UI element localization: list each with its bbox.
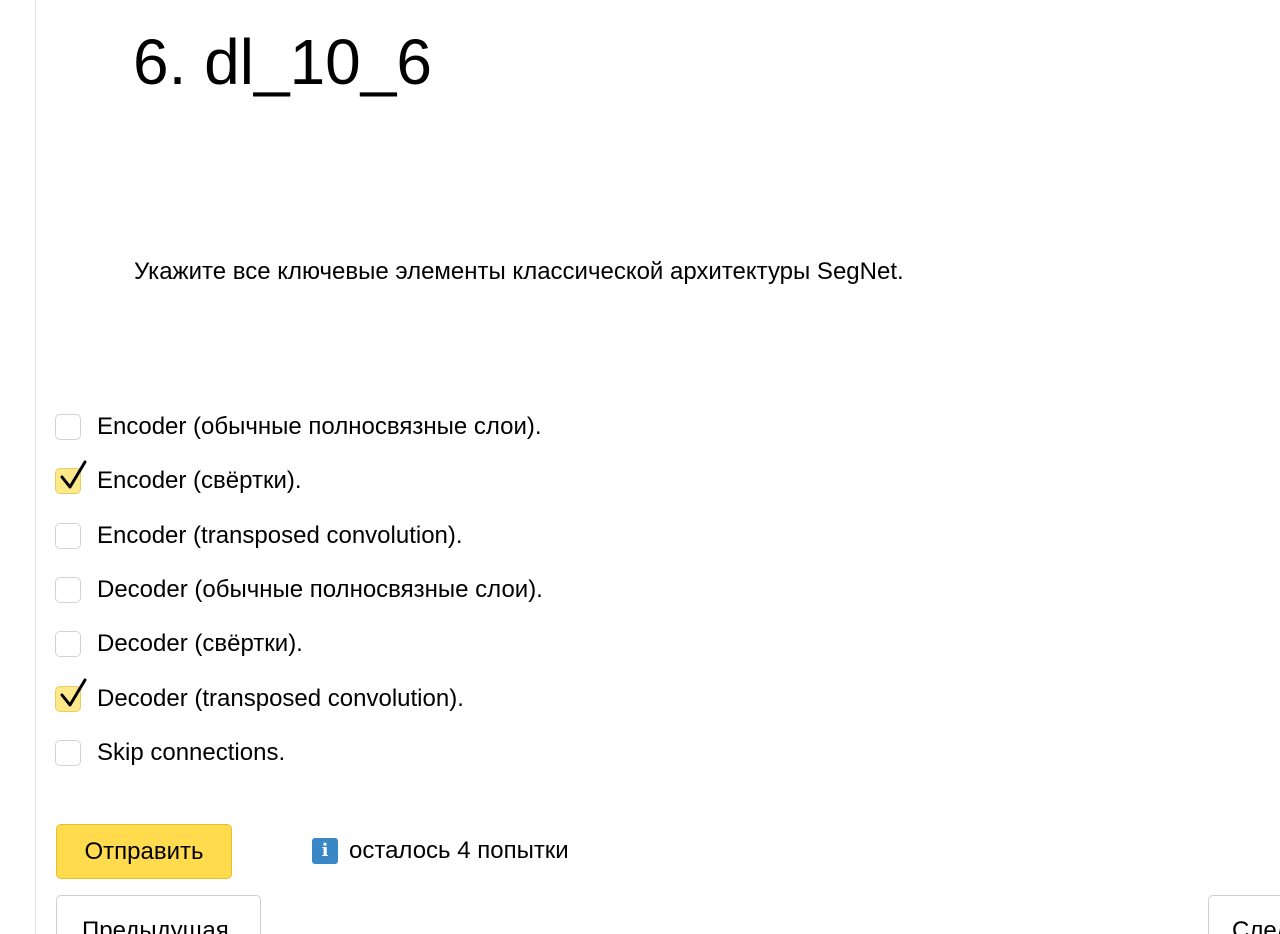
checkbox[interactable] <box>55 522 81 549</box>
checkbox[interactable] <box>55 678 87 712</box>
quiz-page: 6. dl_10_6 Укажите все ключевые элементы… <box>0 0 1280 934</box>
option-label: Encoder (transposed convolution). <box>97 521 463 549</box>
checkbox[interactable] <box>55 631 81 658</box>
option-decoder-conv[interactable]: Decoder (свёртки). <box>55 617 543 671</box>
checkmark-icon <box>60 678 87 707</box>
option-label: Encoder (свёртки). <box>97 467 302 495</box>
option-decoder-transposed[interactable]: Decoder (transposed convolution). <box>55 671 543 725</box>
checkbox[interactable] <box>55 414 81 441</box>
left-divider <box>35 0 36 934</box>
option-decoder-dense[interactable]: Decoder (обычные полносвязные слои). <box>55 563 543 617</box>
previous-button[interactable]: Предыдущая <box>56 895 261 934</box>
option-encoder-transposed[interactable]: Encoder (transposed convolution). <box>55 509 543 563</box>
answer-options: Encoder (обычные полносвязные слои). Enc… <box>55 400 543 780</box>
question-text: Укажите все ключевые элементы классическ… <box>134 258 904 285</box>
option-label: Decoder (обычные полносвязные слои). <box>97 576 543 604</box>
question-title: 6. dl_10_6 <box>133 26 432 98</box>
next-button[interactable]: Следующая <box>1208 895 1280 934</box>
option-label: Decoder (свёртки). <box>97 630 303 658</box>
checkmark-icon <box>60 460 87 489</box>
checkbox[interactable] <box>55 460 87 495</box>
attempts-text: осталось 4 попытки <box>349 837 569 864</box>
checkbox[interactable] <box>55 577 81 604</box>
option-encoder-dense[interactable]: Encoder (обычные полносвязные слои). <box>55 400 543 454</box>
submit-button[interactable]: Отправить <box>56 824 232 879</box>
option-label: Encoder (обычные полносвязные слои). <box>97 413 542 441</box>
option-skip-connections[interactable]: Skip connections. <box>55 726 543 780</box>
info-icon: i <box>312 838 338 864</box>
option-encoder-conv[interactable]: Encoder (свёртки). <box>55 454 543 508</box>
attempts-remaining: i осталось 4 попытки <box>312 835 569 867</box>
option-label: Skip connections. <box>97 738 286 766</box>
option-label: Decoder (transposed convolution). <box>97 684 464 712</box>
checkbox[interactable] <box>55 739 81 766</box>
